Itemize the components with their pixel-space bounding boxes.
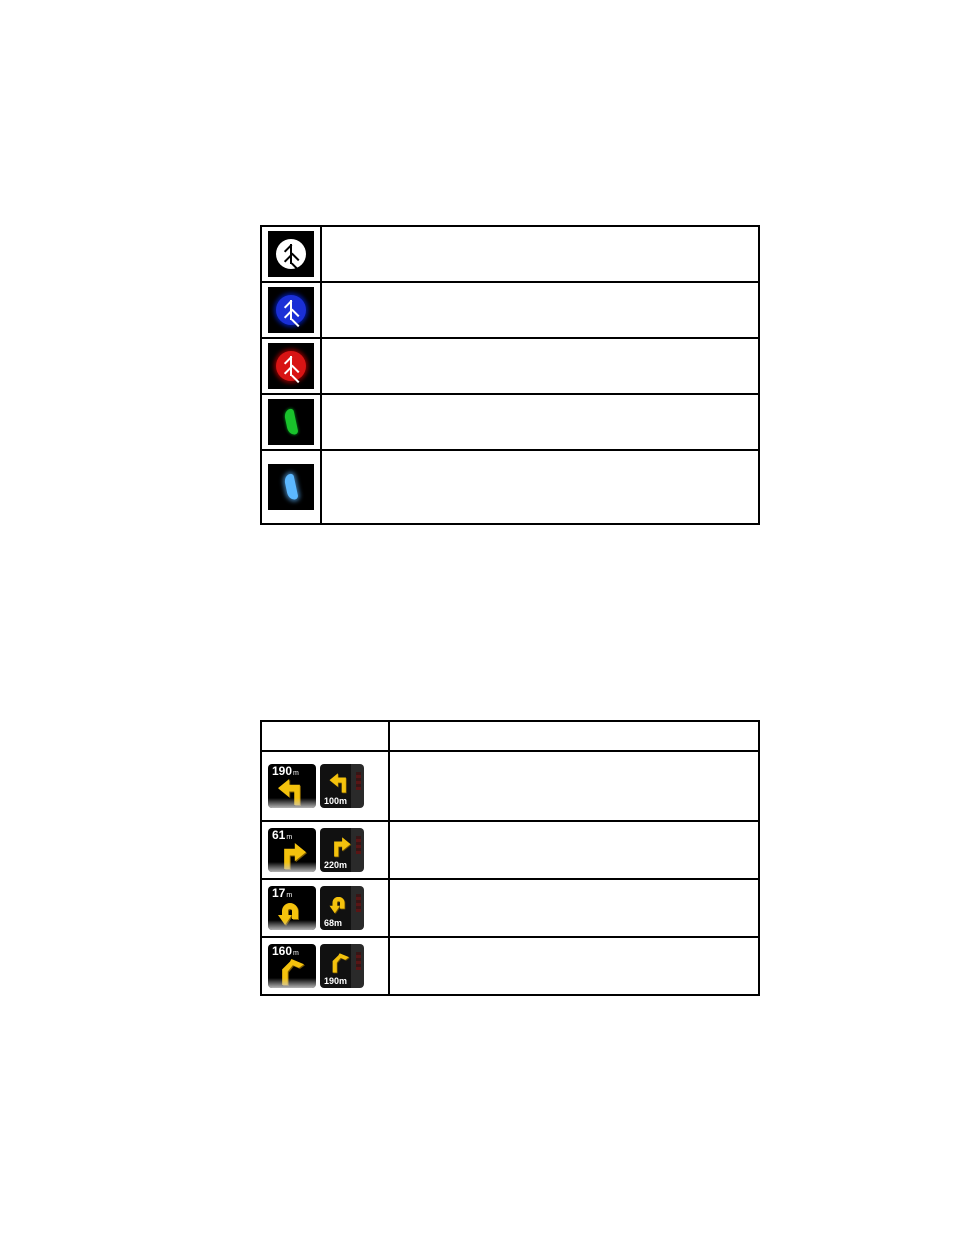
table-row: 190m 100m [261,751,759,821]
table-row [261,282,759,338]
nav-turn-left-icon: 190m 100m [268,764,382,808]
phone-blue-icon [268,464,314,510]
table-header-row [261,721,759,751]
navigation-arrows-table: 190m 100m [260,720,760,996]
distance-value: 160 [272,944,292,958]
distance-value: 61 [272,828,285,842]
nav-turn-right-icon: 61m 220m [268,828,382,872]
distance-unit: m [286,834,292,841]
table-row: 160m 190m [261,937,759,995]
navigation-arrows-table-wrap: 190m 100m [260,720,760,996]
distance-small: 68m [324,918,342,928]
phone-green-icon [268,399,314,445]
distance-unit: m [293,770,299,777]
bluetooth-red-icon [268,343,314,389]
distance-small: 190m [324,976,347,986]
bluetooth-status-table [260,225,760,525]
table-row [261,450,759,524]
table-row [261,338,759,394]
nav-uturn-icon: 17m 68m [268,886,382,930]
distance-small: 100m [324,796,347,806]
distance-small: 220m [324,860,347,870]
distance-unit: m [286,892,292,899]
nav-slight-right-icon: 160m 190m [268,944,382,988]
table-row [261,394,759,450]
table-row: 61m 220m [261,821,759,879]
bluetooth-blue-icon [268,287,314,333]
bluetooth-white-icon [268,231,314,277]
distance-value: 190 [272,764,292,778]
bluetooth-status-table-wrap [260,225,760,525]
table-row: 17m 68m [261,879,759,937]
table-row [261,226,759,282]
document-page: 190m 100m [0,0,954,1235]
distance-unit: m [293,950,299,957]
distance-value: 17 [272,886,285,900]
